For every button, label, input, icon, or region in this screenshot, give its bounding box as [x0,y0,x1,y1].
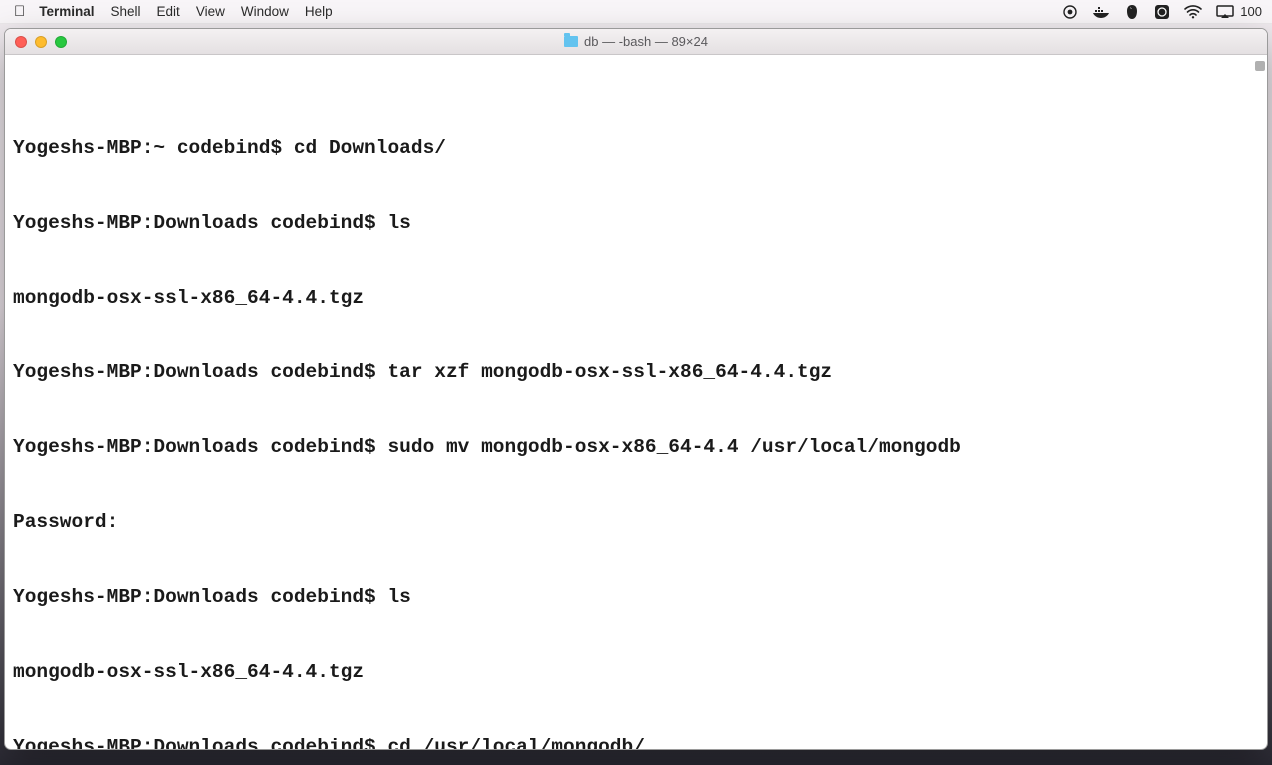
screen-record-icon[interactable] [1062,4,1078,20]
terminal-line: Yogeshs-MBP:Downloads codebind$ ls [13,585,1259,610]
siri-icon[interactable] [1154,4,1170,20]
terminal-line: Password: [13,510,1259,535]
scrollbar-thumb[interactable] [1255,61,1265,71]
terminal-line: Yogeshs-MBP:Downloads codebind$ tar xzf … [13,360,1259,385]
terminal-line: Yogeshs-MBP:Downloads codebind$ ls [13,211,1259,236]
terminal-line: mongodb-osx-ssl-x86_64-4.4.tgz [13,286,1259,311]
menu-window[interactable]: Window [241,4,289,19]
evernote-icon[interactable] [1124,4,1140,20]
terminal-viewport[interactable]: Yogeshs-MBP:~ codebind$ cd Downloads/ Yo… [5,55,1267,749]
terminal-line: mongodb-osx-ssl-x86_64-4.4.tgz [13,660,1259,685]
folder-icon [564,36,578,47]
window-minimize-button[interactable] [35,36,47,48]
macos-menubar:  Terminal Shell Edit View Window Help 1… [0,0,1272,24]
terminal-line: Yogeshs-MBP:~ codebind$ cd Downloads/ [13,136,1259,161]
apple-menu-icon[interactable]:  [14,3,25,20]
window-title: db — -bash — 89×24 [584,34,708,49]
airplay-icon[interactable] [1216,5,1234,19]
wifi-icon[interactable] [1184,5,1202,19]
terminal-line: Yogeshs-MBP:Downloads codebind$ cd /usr/… [13,735,1259,749]
terminal-line: Yogeshs-MBP:Downloads codebind$ sudo mv … [13,435,1259,460]
menu-edit[interactable]: Edit [157,4,180,19]
docker-icon[interactable] [1092,4,1110,20]
active-app-name[interactable]: Terminal [39,4,94,19]
window-close-button[interactable] [15,36,27,48]
terminal-window: db — -bash — 89×24 Yogeshs-MBP:~ codebin… [4,28,1268,750]
window-zoom-button[interactable] [55,36,67,48]
menu-shell[interactable]: Shell [111,4,141,19]
menu-help[interactable]: Help [305,4,333,19]
menu-view[interactable]: View [196,4,225,19]
window-titlebar[interactable]: db — -bash — 89×24 [5,29,1267,55]
battery-percent: 100 [1240,4,1262,19]
